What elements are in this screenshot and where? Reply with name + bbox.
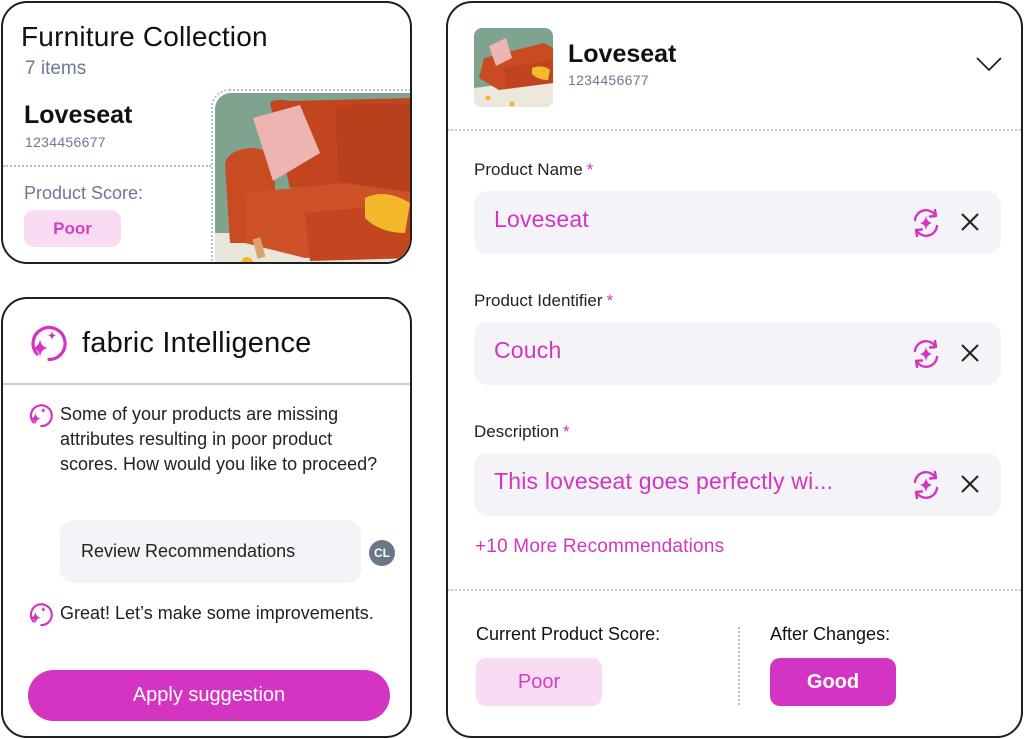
user-avatar: CL — [369, 540, 395, 566]
required-mark: * — [563, 422, 570, 441]
collection-card[interactable]: Furniture Collection 7 items Loveseat 12… — [1, 1, 412, 264]
collection-title: Furniture Collection — [21, 21, 268, 52]
clear-icon[interactable] — [960, 474, 980, 494]
field-value: This loveseat goes perfectly wi... — [494, 468, 834, 494]
product-identifier-label: Product Identifier * — [474, 291, 613, 311]
chat-header: fabric Intelligence — [3, 299, 410, 385]
required-mark: * — [586, 160, 594, 179]
field-label-text: Description — [474, 422, 560, 441]
divider — [448, 129, 1021, 131]
field-value: Couch — [494, 337, 562, 363]
ai-regenerate-icon[interactable] — [910, 207, 942, 239]
product-id: 1234456677 — [25, 134, 106, 150]
product-name-label: Product Name * — [474, 160, 593, 180]
clear-icon[interactable] — [960, 212, 980, 232]
fabric-intelligence-panel: fabric Intelligence Some of your product… — [1, 297, 412, 738]
collection-item-count: 7 items — [25, 58, 87, 79]
chat-title: fabric Intelligence — [82, 327, 312, 359]
ai-regenerate-icon[interactable] — [910, 469, 942, 501]
divider — [448, 589, 1021, 591]
product-detail-panel: Loveseat 1234456677 Product Name * Lovese… — [446, 1, 1023, 738]
divider — [3, 165, 211, 167]
product-name: Loveseat — [24, 101, 133, 129]
required-mark: * — [606, 291, 614, 310]
description-field[interactable]: This loveseat goes perfectly wi... — [474, 453, 1001, 516]
after-changes-label: After Changes: — [770, 624, 891, 644]
assistant-icon — [29, 404, 53, 428]
product-score-badge: Poor — [24, 210, 121, 247]
assistant-message: Great! Let’s make some improvements. — [60, 603, 374, 623]
product-identifier-field[interactable]: Couch — [474, 322, 1001, 385]
more-recommendations-link[interactable]: +10 More Recommendations — [475, 536, 724, 558]
product-id: 1234456677 — [568, 72, 649, 88]
product-name: Loveseat — [568, 40, 677, 68]
product-image — [215, 93, 410, 262]
field-value: Loveseat — [494, 206, 589, 232]
fabric-intelligence-logo-icon — [31, 325, 67, 362]
field-label-text: Product Name — [474, 160, 583, 179]
field-label-text: Product Identifier — [474, 291, 603, 310]
ai-regenerate-icon[interactable] — [910, 338, 942, 370]
current-score-label: Current Product Score: — [476, 624, 661, 644]
product-thumbnail — [474, 28, 553, 107]
assistant-icon — [29, 603, 53, 627]
user-message: Review Recommendations — [60, 520, 361, 583]
product-score-label: Product Score: — [24, 183, 144, 203]
description-label: Description * — [474, 422, 570, 442]
chevron-down-icon[interactable] — [975, 55, 1003, 73]
current-score-badge: Poor — [476, 658, 602, 706]
clear-icon[interactable] — [960, 343, 980, 363]
product-name-field[interactable]: Loveseat — [474, 191, 1001, 254]
assistant-message: Some of your products are missing attrib… — [60, 404, 378, 474]
after-score-badge: Good — [770, 658, 896, 706]
vertical-divider — [738, 627, 740, 705]
apply-suggestion-button[interactable]: Apply suggestion — [28, 670, 390, 721]
